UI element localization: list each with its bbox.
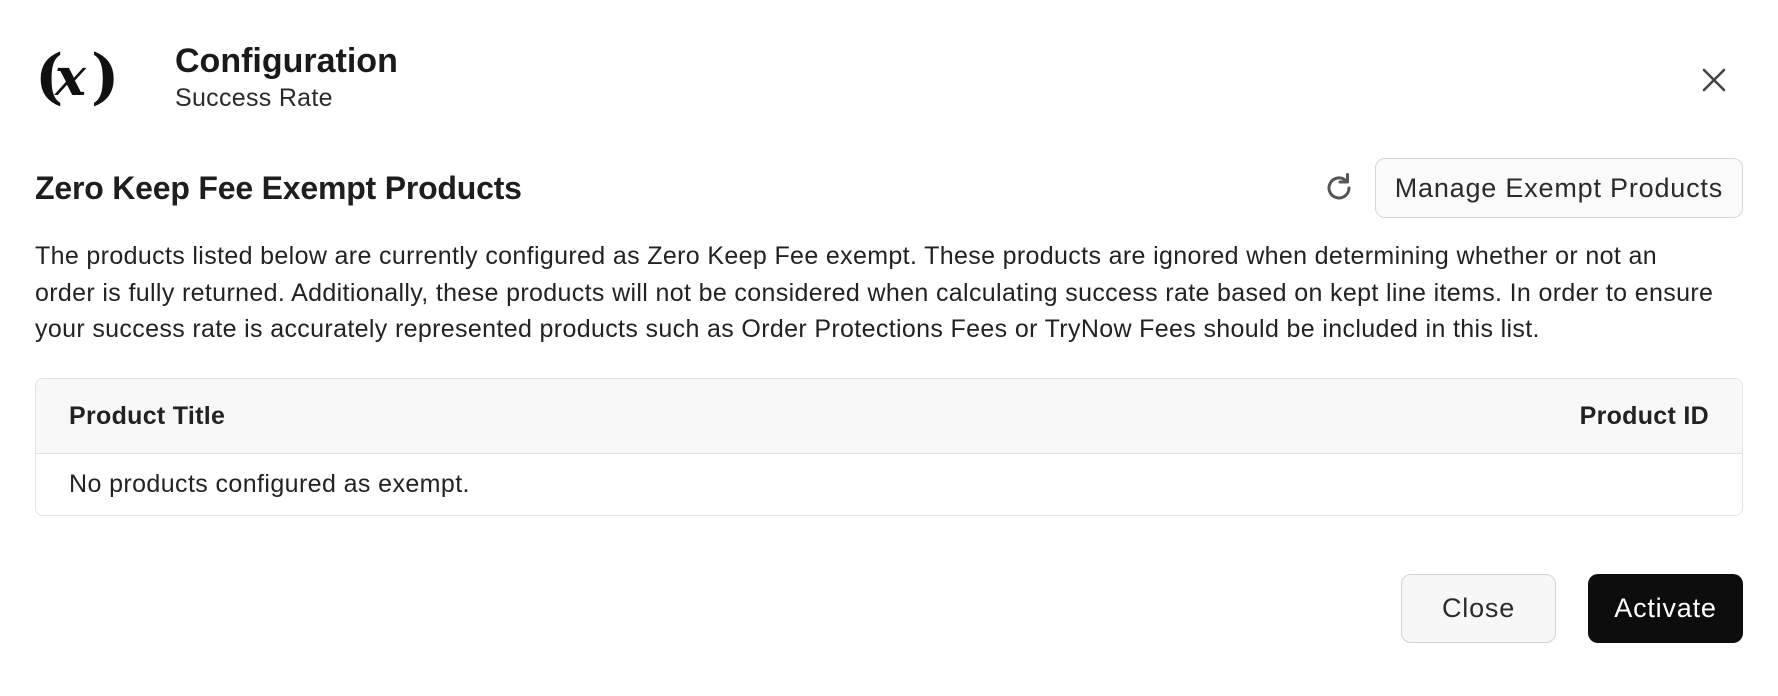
activate-button[interactable]: Activate [1588,574,1743,643]
column-header-product-title[interactable]: Product Title [69,402,225,431]
dialog-title: Configuration [175,42,398,80]
refresh-icon[interactable] [1317,166,1361,210]
dialog-header: ( x ) Configuration Success Rate [35,40,398,113]
svg-text:x: x [54,47,87,108]
table-empty-state: No products configured as exempt. [36,454,1742,515]
dialog-footer: Close Activate [1401,574,1743,643]
table-header: Product Title Product ID [36,379,1742,454]
section-title: Zero Keep Fee Exempt Products [35,169,522,206]
configuration-dialog: ( x ) Configuration Success Rate Zero Ke… [0,0,1778,696]
exempt-products-table: Product Title Product ID No products con… [35,378,1743,516]
manage-exempt-products-button[interactable]: Manage Exempt Products [1374,158,1743,218]
close-icon[interactable] [1694,60,1734,100]
header-title-block: Configuration Success Rate [175,40,398,113]
column-header-product-id[interactable]: Product ID [1580,402,1709,431]
close-button[interactable]: Close [1401,574,1556,643]
variable-logo-icon: ( x ) [35,41,115,113]
dialog-subtitle: Success Rate [175,84,333,112]
svg-text:): ) [91,42,115,112]
section-actions: Manage Exempt Products [1317,158,1743,218]
section-description: The products listed below are currently … [35,242,1714,343]
section-header: Zero Keep Fee Exempt Products Manage Exe… [35,158,1743,218]
